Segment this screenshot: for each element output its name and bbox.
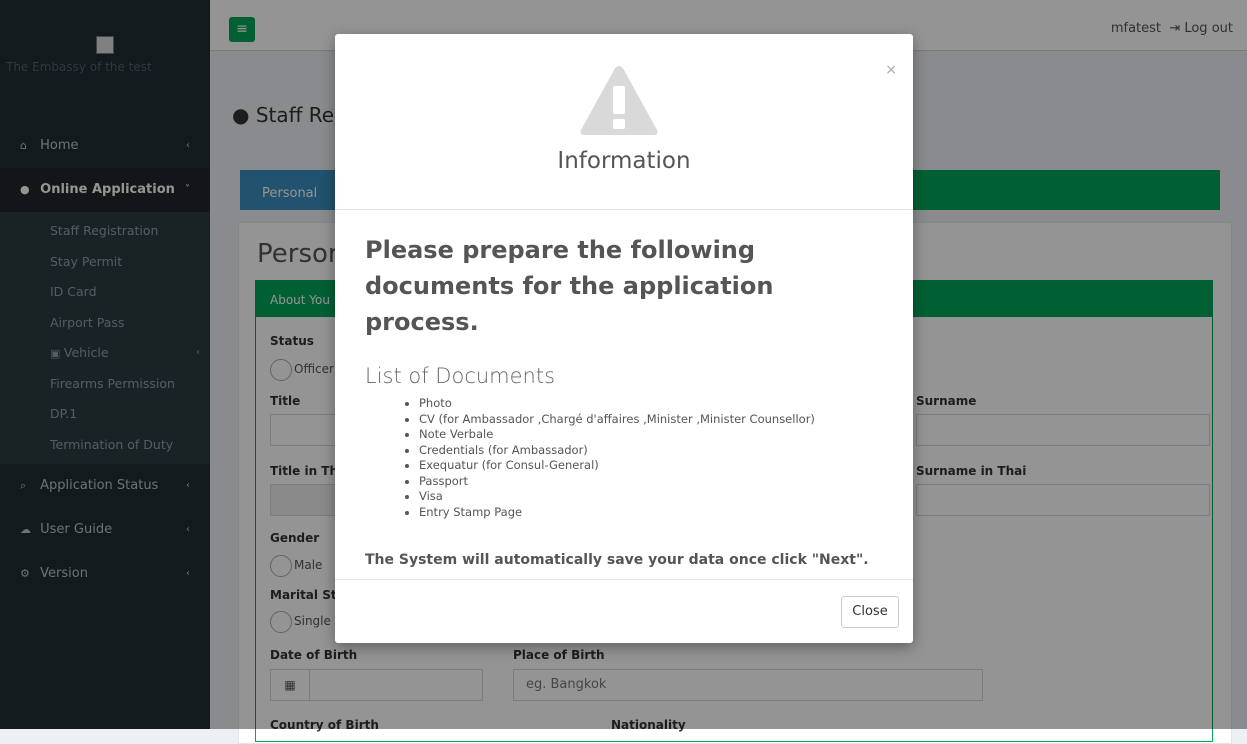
modal-footer: Close xyxy=(335,579,913,644)
list-item: Photo xyxy=(419,396,885,412)
list-item: Note Verbale xyxy=(419,427,885,443)
autosave-note: The System will automatically save your … xyxy=(365,552,869,568)
close-icon[interactable]: × xyxy=(885,62,897,78)
documents-heading: List of Documents xyxy=(365,364,556,388)
warning-icon xyxy=(577,62,661,142)
list-item: Credentials (for Ambassador) xyxy=(419,443,885,459)
list-item: Visa xyxy=(419,489,885,505)
close-button[interactable]: Close xyxy=(841,596,899,628)
list-item: Passport xyxy=(419,474,885,490)
information-modal: Information × Please prepare the followi… xyxy=(335,34,913,643)
modal-title: Information xyxy=(557,148,691,174)
list-item: CV (for Ambassador ,Chargé d'affaires ,M… xyxy=(419,412,885,428)
list-item: Entry Stamp Page xyxy=(419,505,885,521)
documents-list: Photo CV (for Ambassador ,Chargé d'affai… xyxy=(365,396,885,520)
modal-body: Please prepare the following documents f… xyxy=(365,232,885,568)
list-item: Exequatur (for Consul-General) xyxy=(419,458,885,474)
modal-lead-text: Please prepare the following documents f… xyxy=(365,236,774,336)
modal-header: Information × xyxy=(335,34,913,210)
